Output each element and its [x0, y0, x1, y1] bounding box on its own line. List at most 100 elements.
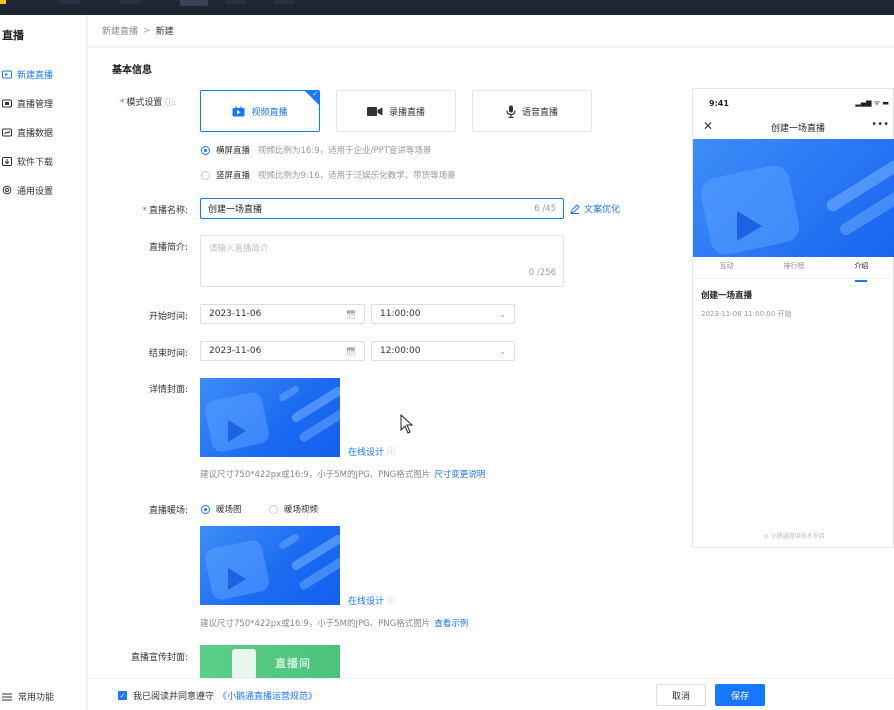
save-button[interactable]: 保存 [715, 684, 765, 706]
radio-desc: 视频比例为9:16，适用于泛娱乐化教学、带货等场景 [258, 171, 456, 181]
radio-label: 暖场图 [216, 505, 242, 515]
sidebar-title: 直播 [2, 29, 24, 42]
preview-live-time: 2023-11-06 11:00:00 开始 [701, 310, 792, 318]
tab-intro[interactable]: 介绍 [828, 261, 894, 282]
video-live-icon [232, 105, 245, 117]
cancel-button[interactable]: 取消 [656, 684, 706, 706]
detail-cover-design-link[interactable]: 在线设计 ⓘ [348, 445, 395, 458]
detail-cover-label: 详情封面: [148, 385, 188, 395]
top-tab[interactable] [60, 0, 80, 4]
sidebar-item-new-live[interactable]: 新建直播 [0, 63, 87, 85]
sidebar: 直播 新建直播 直播管理 直播数据 软件下载 通用设置 常用功能 [0, 15, 87, 710]
sidebar-item-settings[interactable]: 通用设置 [0, 179, 87, 201]
name-count: 6 /45 [534, 203, 556, 214]
top-tab-active[interactable] [180, 0, 208, 6]
top-tab[interactable] [225, 0, 245, 4]
agree-checkbox[interactable]: ✓ [118, 691, 127, 700]
radio-dot[interactable] [201, 170, 210, 180]
breadcrumb-parent[interactable]: 新建直播 [102, 24, 138, 37]
menu-icon [2, 693, 12, 701]
microphone-icon [506, 105, 516, 118]
preview-tabs: 互动 排行榜 介绍 [693, 261, 894, 282]
radio-dot[interactable] [201, 504, 210, 514]
detail-cover-hint: 建议尺寸750*422px或16:9，小于5M的JPG、PNG格式图片 尺寸变更说… [200, 468, 485, 480]
more-icon[interactable]: ••• [871, 119, 889, 130]
mode-label-text: 语音直播 [521, 107, 558, 118]
radio-dot[interactable] [201, 145, 210, 155]
top-tab[interactable] [275, 0, 295, 4]
start-time-label: 开始时间: [148, 312, 188, 322]
end-date-picker[interactable]: 2023-11-06 📅︎ [200, 341, 365, 361]
radio-dot[interactable] [269, 504, 278, 514]
warmup-image-option[interactable]: 暖场图 [201, 503, 250, 515]
camera-icon [366, 106, 383, 117]
tab-interact[interactable]: 互动 [693, 261, 760, 278]
mode-label-text: 录播直播 [388, 107, 425, 118]
chevron-down-icon: ⌄ [499, 309, 506, 319]
detail-cover-image[interactable] [200, 378, 340, 457]
optimize-label: 文案优化 [584, 205, 621, 215]
promo-banner-text: 直播间 [275, 657, 311, 670]
mode-voice-live[interactable]: 语音直播 [472, 90, 592, 132]
mouse-cursor-icon [400, 413, 414, 437]
play-icon [228, 568, 246, 590]
intro-textarea[interactable]: 请输入直播简介 0 /256 [200, 235, 564, 287]
orientation-portrait[interactable]: 竖屏直播 视频比例为9:16，适用于泛娱乐化教学、带货等场景 [201, 169, 456, 181]
intro-placeholder: 请输入直播简介 [209, 244, 269, 254]
rules-link[interactable]: 《小鹅通直播运营规范》 [218, 689, 317, 702]
sidebar-item-download[interactable]: 软件下载 [0, 150, 87, 172]
agreement: ✓ 我已阅读并同意遵守 《小鹅通直播运营规范》 [118, 689, 317, 702]
footer-bar: ✓ 我已阅读并同意遵守 《小鹅通直播运营规范》 取消 保存 [88, 678, 894, 710]
info-icon: ⓘ [387, 447, 396, 456]
view-example-link[interactable]: 查看示例 [434, 619, 468, 629]
warmup-video-option[interactable]: 暖场视频 [269, 503, 326, 515]
hint-text: 建议尺寸750*422px或16:9，小于5M的JPG、PNG格式图片 [200, 470, 431, 480]
breadcrumb-current: 新建 [155, 27, 174, 37]
end-time-value: 12:00:00 [380, 346, 421, 356]
mode-label: * 模式设置 ⓘ: [119, 98, 176, 108]
mode-video-live[interactable]: 视频直播 ✓ [200, 90, 320, 132]
chevron-down-icon: ⌄ [499, 346, 506, 356]
sidebar-item-manage[interactable]: 直播管理 [0, 92, 87, 114]
preview-cover [693, 139, 894, 257]
calendar-icon: 📅︎ [345, 309, 356, 319]
warmup-label: 直播暖场: [148, 506, 188, 516]
warmup-design-link[interactable]: 在线设计 ⓘ [348, 594, 395, 607]
promo-cover-image[interactable]: 直播间 [200, 645, 340, 679]
gear-icon [2, 185, 12, 195]
mobile-preview: 9:41 ▂▄▆ ᯤ ▬ ✕ 创建一场直播 ••• 互动 排行榜 介绍 创建一场… [692, 88, 894, 548]
copy-optimize-link[interactable]: 文案优化 [570, 202, 620, 215]
section-title: 基本信息 [112, 65, 152, 76]
end-time-picker[interactable]: 12:00:00 ⌄ [371, 341, 515, 361]
start-date-value: 2023-11-06 [209, 309, 262, 319]
logo-icon [0, 0, 6, 4]
info-icon: ⓘ [387, 596, 396, 605]
size-change-link[interactable]: 尺寸变更说明 [434, 470, 485, 480]
radio-label: 竖屏直播 [216, 171, 251, 181]
support-text: 小鹅通提供技术支持 [770, 533, 825, 540]
common-functions[interactable]: 常用功能 [2, 690, 54, 703]
name-input[interactable]: 创建一场直播 6 /45 [200, 198, 564, 219]
mode-recorded-live[interactable]: 录播直播 [336, 90, 456, 132]
common-functions-label: 常用功能 [18, 693, 55, 703]
orientation-landscape[interactable]: 横屏直播 视频比例为16:9，适用于企业/PPT宣讲等场景 [201, 144, 431, 156]
top-bar [0, 0, 894, 15]
preview-title: 创建一场直播 [770, 124, 825, 134]
design-label: 在线设计 [348, 597, 385, 607]
chart-icon [2, 127, 12, 137]
start-date-picker[interactable]: 2023-11-06 📅︎ [200, 304, 365, 324]
info-icon: ⓘ: [165, 98, 176, 107]
pen-icon [570, 203, 580, 214]
status-time: 9:41 [709, 99, 729, 108]
start-time-value: 11:00:00 [380, 309, 421, 319]
play-icon [737, 211, 762, 241]
top-tab[interactable] [120, 0, 140, 4]
design-label: 在线设计 [348, 448, 385, 458]
radio-desc: 视频比例为16:9，适用于企业/PPT宣讲等场景 [258, 146, 432, 156]
start-time-picker[interactable]: 11:00:00 ⌄ [371, 304, 515, 324]
warmup-image[interactable] [200, 526, 340, 605]
sidebar-item-label: 直播数据 [17, 128, 54, 139]
tab-ranking[interactable]: 排行榜 [760, 261, 827, 278]
sidebar-item-label: 软件下载 [17, 157, 54, 168]
sidebar-item-data[interactable]: 直播数据 [0, 121, 87, 143]
